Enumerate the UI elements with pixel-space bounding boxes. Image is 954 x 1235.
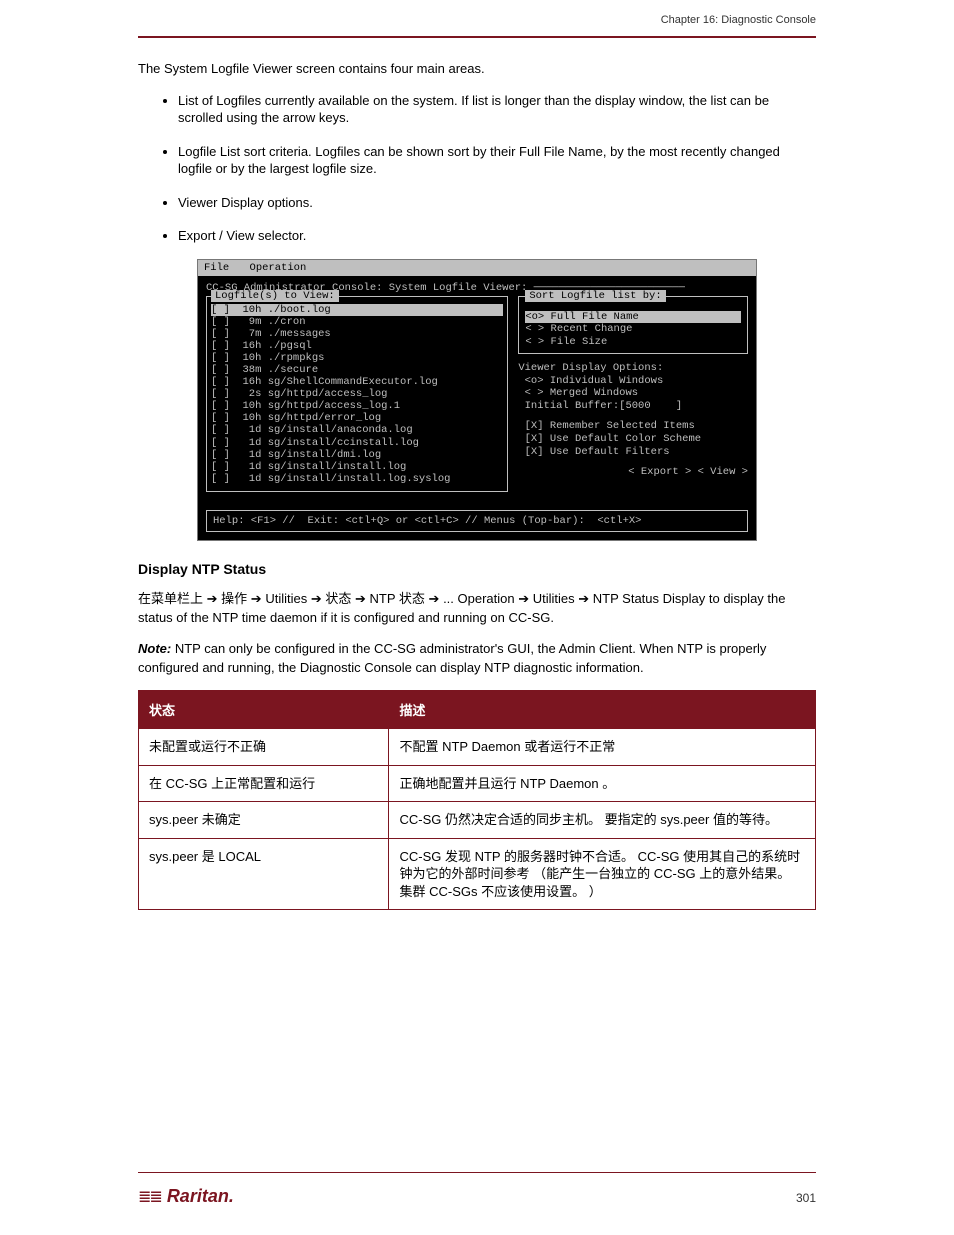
arrow-icon: ➔ — [429, 591, 440, 606]
sort-box: Sort Logfile list by: <o> Full File Name… — [518, 296, 748, 354]
log-row: [ ] 9m ./cron — [211, 316, 503, 328]
sort-option: <o> Full File Name — [525, 311, 741, 324]
text: 在菜单栏上 — [138, 591, 203, 606]
arrow-icon: ➔ — [311, 591, 322, 606]
footer-rule — [138, 1172, 816, 1173]
arrow-icon: ➔ — [207, 591, 218, 606]
bullet-item: Logfile List sort criteria. Logfiles can… — [178, 143, 816, 178]
terminal-window: File Operation CC-SG Administrator Conso… — [197, 259, 757, 541]
ntp-path-paragraph: 在菜单栏上 ➔ 操作 ➔ Utilities ➔ 状态 ➔ NTP 状态 ➔ .… — [138, 590, 816, 628]
log-row: [ ] 10h ./rpmpkgs — [211, 352, 503, 364]
logo-bars-icon: ≣≣ — [138, 1187, 161, 1207]
text: Utilities — [533, 591, 579, 606]
check-option: [X] Use Default Filters — [518, 446, 748, 459]
bullet-item: Viewer Display options. — [178, 194, 816, 212]
table-cell: sys.peer 是 LOCAL — [139, 838, 389, 910]
log-row: [ ] 10h ./boot.log — [211, 304, 503, 316]
ntp-status-table: 状态 描述 未配置或运行不正确 不配置 NTP Daemon 或者运行不正常 在… — [138, 690, 816, 910]
bullet-list: List of Logfiles currently available on … — [178, 92, 816, 245]
log-row: [ ] 16h ./pgsql — [211, 340, 503, 352]
terminal-menubar: File Operation — [198, 260, 756, 276]
screenshot: File Operation CC-SG Administrator Conso… — [138, 259, 816, 541]
log-row: [ ] 1d sg/install/install.log.syslog — [211, 473, 503, 485]
table-cell: 未配置或运行不正确 — [139, 729, 389, 766]
display-option: < > Merged Windows — [518, 387, 748, 400]
arrow-icon: ➔ — [578, 591, 589, 606]
header-rule — [138, 36, 816, 38]
log-row: [ ] 10h sg/httpd/error_log — [211, 412, 503, 424]
page-number: 301 — [796, 1191, 816, 1205]
note-label: Note: — [138, 641, 171, 656]
arrow-icon: ➔ — [518, 591, 529, 606]
bullet-item: List of Logfiles currently available on … — [178, 92, 816, 127]
display-option: <o> Individual Windows — [518, 375, 748, 388]
ntp-note: Note: NTP can only be configured in the … — [138, 640, 816, 678]
table-cell: sys.peer 未确定 — [139, 802, 389, 839]
display-option: Initial Buffer:[5000 ] — [518, 400, 748, 413]
terminal-help-bar: Help: <F1> // Exit: <ctl+Q> or <ctl+C> /… — [206, 510, 748, 532]
menu-operation: Operation — [250, 262, 307, 274]
note-text: NTP can only be configured in the CC-SG … — [138, 641, 766, 675]
check-option: [X] Use Default Color Scheme — [518, 433, 748, 446]
text: 操作 — [221, 591, 251, 606]
table-cell: CC-SG 发现 NTP 的服务器时钟不合适。 CC-SG 使用其自己的系统时钟… — [389, 838, 816, 910]
bullet-item: Export / View selector. — [178, 227, 816, 245]
chapter-header: Chapter 16: Diagnostic Console — [661, 14, 816, 26]
sort-option: < > Recent Change — [525, 323, 741, 336]
log-row: [ ] 7m ./messages — [211, 328, 503, 340]
log-row: [ ] 2s sg/httpd/access_log — [211, 388, 503, 400]
table-cell: 不配置 NTP Daemon 或者运行不正常 — [389, 729, 816, 766]
text: NTP 状态 — [370, 591, 429, 606]
sort-legend: Sort Logfile list by: — [525, 290, 665, 302]
logfile-list-box: Logfile(s) to View: [ ] 10h ./boot.log [… — [206, 296, 508, 492]
text: 状态 — [325, 591, 355, 606]
terminal-buttons: < Export > < View > — [518, 466, 748, 478]
footer-logo: ≣≣ Raritan. — [138, 1186, 234, 1207]
log-row: [ ] 1d sg/install/ccinstall.log — [211, 437, 503, 449]
arrow-icon: ➔ — [355, 591, 366, 606]
display-options-title: Viewer Display Options: — [518, 362, 748, 374]
log-row: [ ] 1d sg/install/dmi.log — [211, 449, 503, 461]
log-row: [ ] 1d sg/install/install.log — [211, 461, 503, 473]
logo-text: Raritan. — [167, 1186, 234, 1207]
table-cell: CC-SG 仍然决定合适的同步主机。 要指定的 sys.peer 值的等待。 — [389, 802, 816, 839]
check-option: [X] Remember Selected Items — [518, 420, 748, 433]
log-row: [ ] 1d sg/install/anaconda.log — [211, 424, 503, 436]
table-cell: 在 CC-SG 上正常配置和运行 — [139, 765, 389, 802]
sort-option: < > File Size — [525, 336, 741, 349]
log-row: [ ] 16h sg/ShellCommandExecutor.log — [211, 376, 503, 388]
log-row: [ ] 38m ./secure — [211, 364, 503, 376]
logfile-list-legend: Logfile(s) to View: — [211, 290, 339, 302]
arrow-icon: ➔ — [251, 591, 262, 606]
text: Utilities — [265, 591, 311, 606]
text: ... Operation — [443, 591, 518, 606]
menu-file: File — [204, 262, 229, 274]
log-row: [ ] 10h sg/httpd/access_log.1 — [211, 400, 503, 412]
intro-paragraph: The System Logfile Viewer screen contain… — [138, 60, 816, 78]
section-heading-ntp: Display NTP Status — [138, 561, 816, 577]
table-cell: 正确地配置并且运行 NTP Daemon 。 — [389, 765, 816, 802]
table-header: 描述 — [389, 691, 816, 729]
table-header: 状态 — [139, 691, 389, 729]
